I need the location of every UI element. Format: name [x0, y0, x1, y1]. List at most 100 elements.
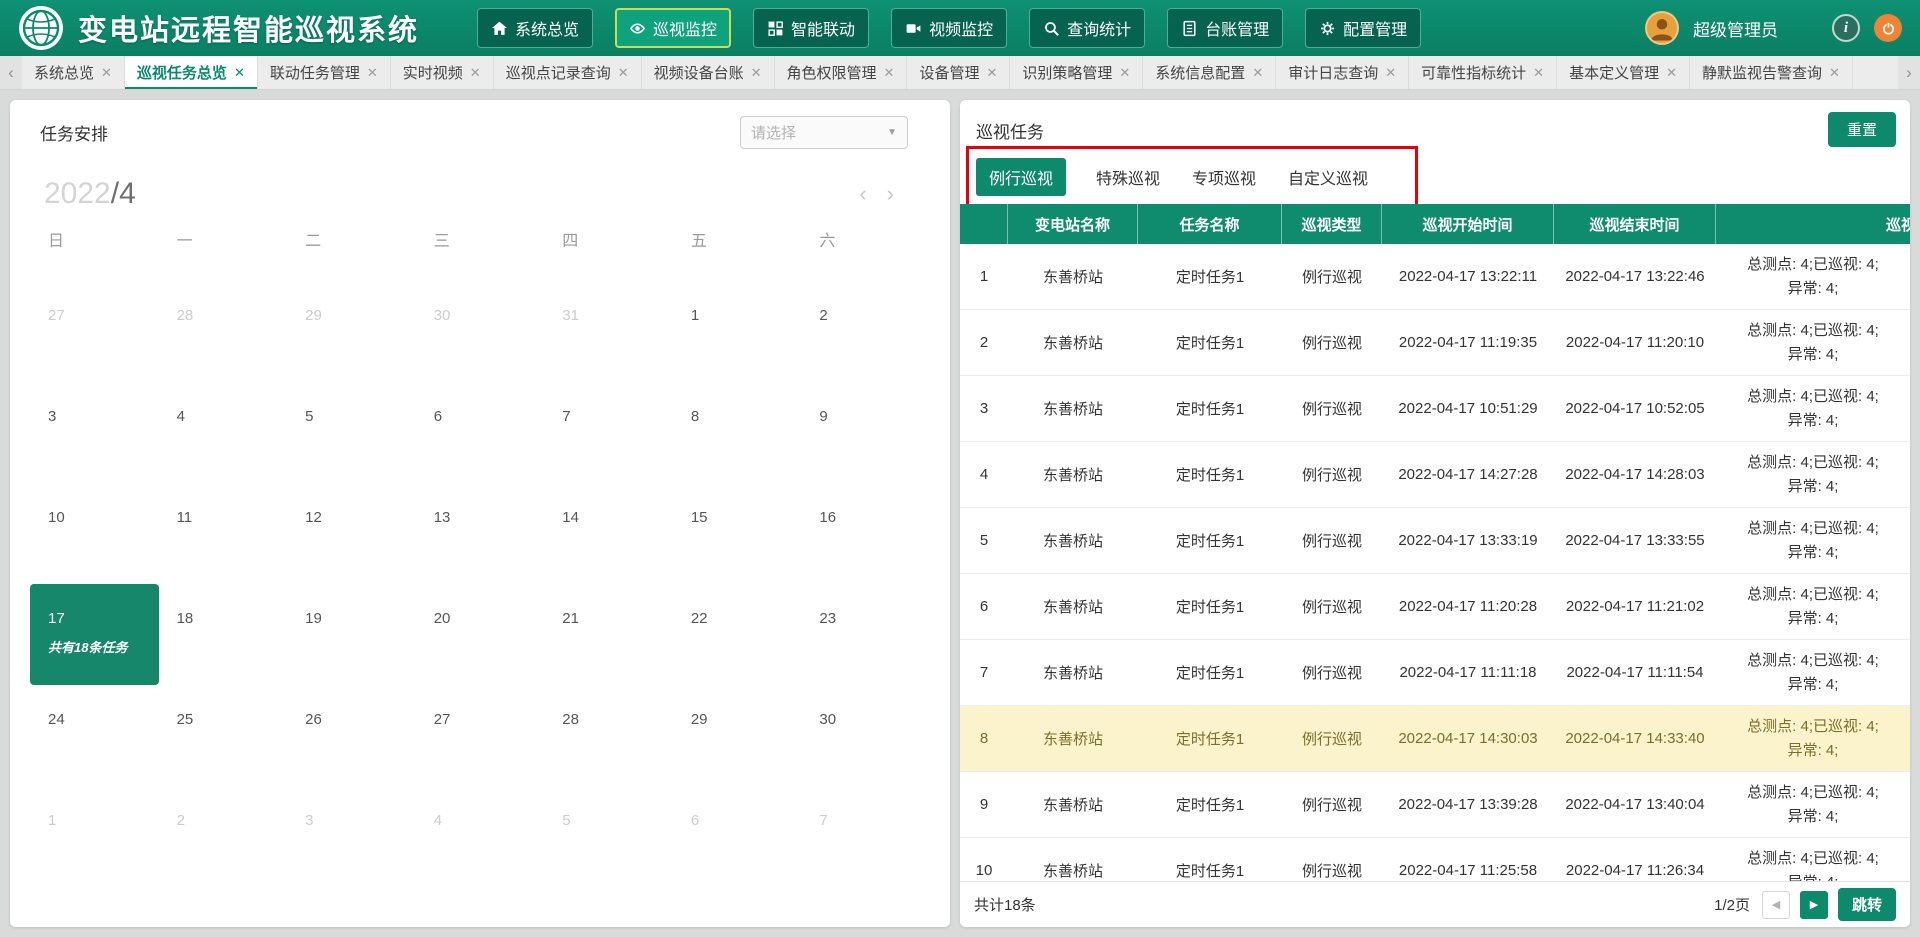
table-row[interactable]: 2东善桥站定时任务1例行巡视2022-04-17 11:19:352022-04… [960, 310, 1910, 376]
calendar-day[interactable]: 4 [159, 382, 288, 483]
filter-tab-0[interactable]: 例行巡视 [976, 158, 1066, 196]
calendar-day[interactable]: 7 [544, 382, 673, 483]
calendar-day[interactable]: 9 [801, 382, 930, 483]
nav-item-6[interactable]: 配置管理 [1305, 8, 1421, 48]
calendar-day[interactable]: 29 [673, 685, 802, 786]
calendar-day[interactable]: 6 [673, 786, 802, 887]
tab-close-icon[interactable]: ✕ [884, 65, 895, 81]
calendar-day[interactable]: 20 [416, 584, 545, 685]
calendar-day[interactable]: 23 [801, 584, 930, 685]
table-row[interactable]: 6东善桥站定时任务1例行巡视2022-04-17 11:20:282022-04… [960, 574, 1910, 640]
table-row[interactable]: 5东善桥站定时任务1例行巡视2022-04-17 13:33:192022-04… [960, 508, 1910, 574]
calendar-day[interactable]: 1 [673, 281, 802, 382]
tab-scroll-right-icon[interactable]: › [1898, 56, 1920, 89]
tab-13[interactable]: 静默监视告警查询✕ [1690, 56, 1853, 89]
tab-6[interactable]: 角色权限管理✕ [775, 56, 908, 89]
calendar-day[interactable]: 13 [416, 483, 545, 584]
calendar-day[interactable]: 2 [801, 281, 930, 382]
calendar-day[interactable]: 10 [30, 483, 159, 584]
table-row[interactable]: 3东善桥站定时任务1例行巡视2022-04-17 10:51:292022-04… [960, 376, 1910, 442]
table-row[interactable]: 10东善桥站定时任务1例行巡视2022-04-17 11:25:582022-0… [960, 838, 1910, 881]
table-row[interactable]: 4东善桥站定时任务1例行巡视2022-04-17 14:27:282022-04… [960, 442, 1910, 508]
calendar-day[interactable]: 3 [30, 382, 159, 483]
nav-item-1[interactable]: 巡视监控 [615, 8, 731, 48]
calendar-day[interactable]: 6 [416, 382, 545, 483]
tab-close-icon[interactable]: ✕ [1829, 65, 1840, 81]
next-page-button[interactable]: ▶ [1800, 891, 1828, 919]
table-row[interactable]: 7东善桥站定时任务1例行巡视2022-04-17 11:11:182022-04… [960, 640, 1910, 706]
tab-close-icon[interactable]: ✕ [618, 65, 629, 81]
reset-button[interactable]: 重置 [1828, 112, 1896, 147]
calendar-day[interactable]: 11 [159, 483, 288, 584]
tab-close-icon[interactable]: ✕ [751, 65, 762, 81]
nav-item-3[interactable]: 视频监控 [891, 8, 1007, 48]
nav-item-5[interactable]: 台账管理 [1167, 8, 1283, 48]
calendar-day[interactable]: 8 [673, 382, 802, 483]
tab-close-icon[interactable]: ✕ [986, 65, 997, 81]
tab-10[interactable]: 审计日志查询✕ [1276, 56, 1409, 89]
info-icon[interactable]: i [1832, 14, 1860, 42]
avatar[interactable] [1645, 11, 1679, 45]
calendar-day[interactable]: 4 [416, 786, 545, 887]
calendar-day[interactable]: 14 [544, 483, 673, 584]
tab-4[interactable]: 巡视点记录查询✕ [494, 56, 642, 89]
table-row[interactable]: 1东善桥站定时任务1例行巡视2022-04-17 13:22:112022-04… [960, 244, 1910, 310]
tab-close-icon[interactable]: ✕ [1666, 65, 1677, 81]
tab-7[interactable]: 设备管理✕ [907, 56, 1010, 89]
tab-5[interactable]: 视频设备台账✕ [642, 56, 775, 89]
calendar-day[interactable]: 25 [159, 685, 288, 786]
calendar-day[interactable]: 31 [544, 281, 673, 382]
calendar-day[interactable]: 3 [287, 786, 416, 887]
calendar-day[interactable]: 2 [159, 786, 288, 887]
calendar-day[interactable]: 29 [287, 281, 416, 382]
calendar-day[interactable]: 16 [801, 483, 930, 584]
filter-tab-3[interactable]: 自定义巡视 [1286, 158, 1370, 196]
calendar-day[interactable]: 12 [287, 483, 416, 584]
prev-page-button[interactable]: ◀ [1762, 891, 1790, 919]
tab-12[interactable]: 基本定义管理✕ [1557, 56, 1690, 89]
filter-tab-2[interactable]: 专项巡视 [1190, 158, 1258, 196]
calendar-day[interactable]: 7 [801, 786, 930, 887]
nav-item-2[interactable]: 智能联动 [753, 8, 869, 48]
tab-close-icon[interactable]: ✕ [1385, 65, 1396, 81]
calendar-next-icon[interactable]: › [887, 183, 894, 205]
nav-item-0[interactable]: 系统总览 [477, 8, 593, 48]
nav-item-4[interactable]: 查询统计 [1029, 8, 1145, 48]
calendar-day[interactable]: 30 [416, 281, 545, 382]
calendar-day[interactable]: 5 [287, 382, 416, 483]
tab-close-icon[interactable]: ✕ [234, 65, 245, 81]
calendar-day[interactable]: 30 [801, 685, 930, 786]
tab-close-icon[interactable]: ✕ [1252, 65, 1263, 81]
calendar-day[interactable]: 1 [30, 786, 159, 887]
power-icon[interactable] [1874, 14, 1902, 42]
tab-scroll-left-icon[interactable]: ‹ [0, 56, 22, 89]
calendar-day[interactable]: 5 [544, 786, 673, 887]
tab-close-icon[interactable]: ✕ [1119, 65, 1130, 81]
calendar-day[interactable]: 22 [673, 584, 802, 685]
tab-1[interactable]: 巡视任务总览✕ [125, 56, 258, 89]
calendar-day[interactable]: 28 [544, 685, 673, 786]
tab-close-icon[interactable]: ✕ [367, 65, 378, 81]
calendar-day[interactable]: 26 [287, 685, 416, 786]
tab-close-icon[interactable]: ✕ [1533, 65, 1544, 81]
calendar-prev-icon[interactable]: ‹ [859, 183, 866, 205]
filter-tab-1[interactable]: 特殊巡视 [1094, 158, 1162, 196]
tab-8[interactable]: 识别策略管理✕ [1010, 56, 1143, 89]
tab-9[interactable]: 系统信息配置✕ [1143, 56, 1276, 89]
tab-2[interactable]: 联动任务管理✕ [258, 56, 391, 89]
calendar-day[interactable]: 28 [159, 281, 288, 382]
tab-11[interactable]: 可靠性指标统计✕ [1409, 56, 1557, 89]
tab-close-icon[interactable]: ✕ [470, 65, 481, 81]
calendar-day[interactable]: 19 [287, 584, 416, 685]
table-row[interactable]: 8东善桥站定时任务1例行巡视2022-04-17 14:30:032022-04… [960, 706, 1910, 772]
tab-3[interactable]: 实时视频✕ [391, 56, 494, 89]
user-name[interactable]: 超级管理员 [1693, 16, 1778, 41]
calendar-day-selected[interactable]: 17共有18条任务 [30, 584, 159, 685]
calendar-day[interactable]: 27 [30, 281, 159, 382]
calendar-day[interactable]: 24 [30, 685, 159, 786]
station-select[interactable]: 请选择 ▼ [740, 116, 908, 149]
tab-0[interactable]: 系统总览✕ [22, 56, 125, 89]
calendar-day[interactable]: 18 [159, 584, 288, 685]
calendar-day[interactable]: 21 [544, 584, 673, 685]
tab-close-icon[interactable]: ✕ [101, 65, 112, 81]
